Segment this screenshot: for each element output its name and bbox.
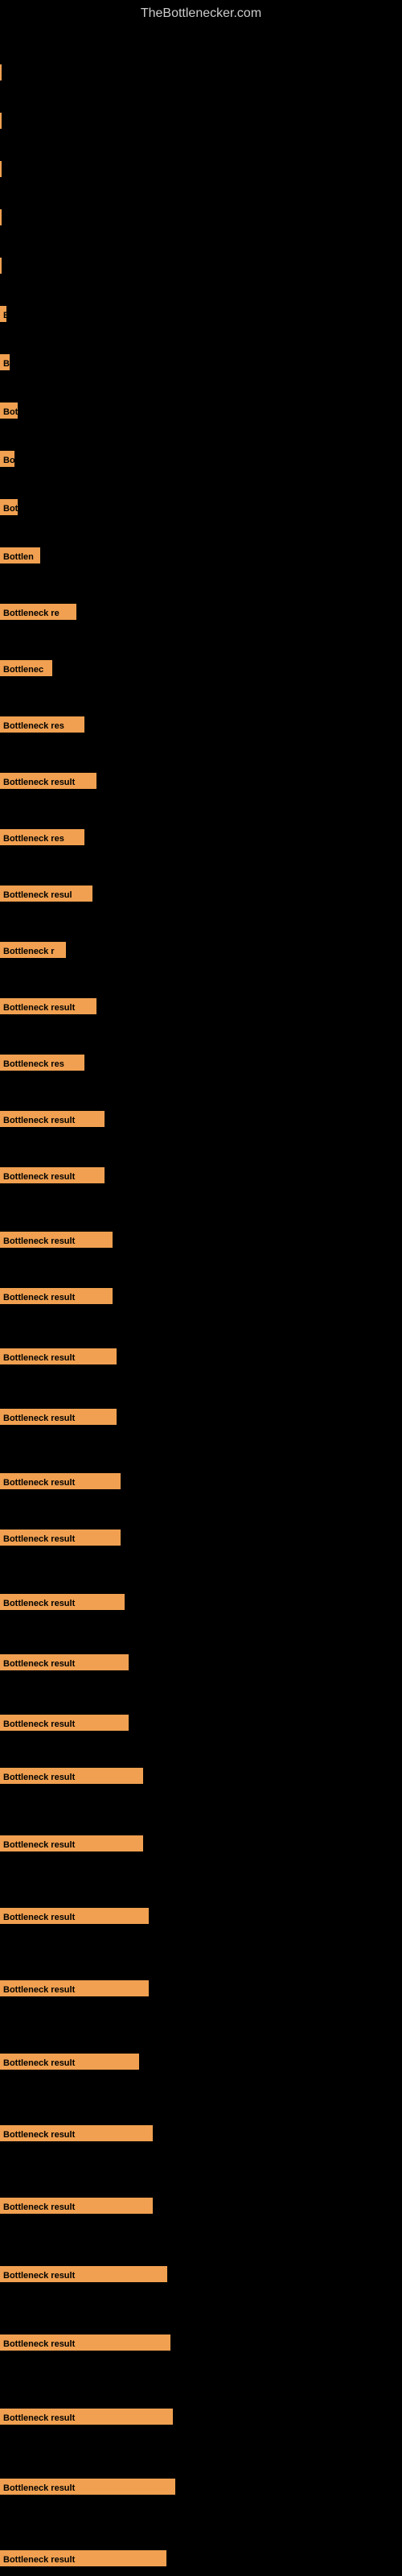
bar-row: Bottlen [0,547,402,564]
bar-row: Bottleneck r [0,942,402,958]
bar-label: Bottleneck re [0,604,76,620]
bar-label: Bottleneck result [0,1715,129,1731]
bar-row: Bottleneck result [0,1111,402,1127]
bar-row: Bottleneck result [0,2054,402,2070]
bar-row: Bot [0,402,402,419]
bar-row: Bottleneck result [0,1167,402,1183]
bar-row: B [0,306,402,322]
bar-fill [0,258,2,274]
bar-label: Bottleneck result [0,1980,149,1996]
bar-label: Bottleneck result [0,1409,117,1425]
bar-row: Bot [0,499,402,515]
bar-row: Bottleneck resul [0,886,402,902]
bar-row [0,64,402,80]
bar-label: Bot [0,499,18,515]
bar-row: Bottleneck res [0,1055,402,1071]
bar-fill [0,209,2,225]
bar-label: Bottleneck result [0,2054,139,2070]
bar-label: Bottleneck result [0,1654,129,1670]
bar-label: Bottleneck result [0,1473,121,1489]
bar-row: Bottleneck result [0,1348,402,1364]
bar-label: Bottleneck resul [0,886,92,902]
bar-row: Bottleneck result [0,2334,402,2351]
bar-fill [0,64,2,80]
bar-row: Bottleneck result [0,2198,402,2214]
bar-label: Bot [0,402,18,419]
bar-row: Bottlenec [0,660,402,676]
bar-row [0,161,402,177]
bar-row [0,113,402,129]
bar-row [0,209,402,225]
bar-label: Bottlen [0,547,40,564]
bar-label: Bottleneck result [0,1167,105,1183]
bar-label: Bottleneck result [0,773,96,789]
bar-row: Bottleneck result [0,773,402,789]
bar-label: Bottleneck result [0,1348,117,1364]
bar-row: Bottleneck re [0,604,402,620]
bar-label: B [0,354,10,370]
bar-row: Bottleneck result [0,2479,402,2495]
bar-row: Bottleneck result [0,1594,402,1610]
bar-label: Bottleneck res [0,716,84,733]
bar-label: Bottlenec [0,660,52,676]
bar-label: Bottleneck result [0,1908,149,1924]
bar-label: Bottleneck result [0,1594,125,1610]
bar-row: Bottleneck result [0,1768,402,1784]
bar-row: Bo [0,451,402,467]
bar-label: Bottleneck res [0,1055,84,1071]
bar-label: Bottleneck result [0,2550,166,2566]
site-title: TheBottlenecker.com [0,0,402,27]
bar-label: Bottleneck result [0,998,96,1014]
bar-row: Bottleneck result [0,1908,402,1924]
bar-row: Bottleneck result [0,2409,402,2425]
bar-label: Bottleneck result [0,2479,175,2495]
bar-row: Bottleneck res [0,829,402,845]
bar-fill [0,161,2,177]
bar-label: Bottleneck res [0,829,84,845]
bar-row: Bottleneck result [0,998,402,1014]
bar-row: Bottleneck result [0,1654,402,1670]
bar-label: Bottleneck result [0,1232,113,1248]
bar-label: Bottleneck result [0,2266,167,2282]
bar-row: B [0,354,402,370]
bar-label: Bottleneck r [0,942,66,958]
bar-label: Bottleneck result [0,1835,143,1852]
bar-row: Bottleneck result [0,1409,402,1425]
bar-row: Bottleneck result [0,1232,402,1248]
bar-row: Bottleneck result [0,1835,402,1852]
bar-label: Bottleneck result [0,2198,153,2214]
bar-row: Bottleneck result [0,2125,402,2141]
bar-label: Bottleneck result [0,1288,113,1304]
bar-row [0,258,402,274]
bar-row: Bottleneck result [0,1530,402,1546]
bar-row: Bottleneck result [0,1473,402,1489]
bar-row: Bottleneck result [0,1715,402,1731]
bar-fill [0,113,2,129]
bar-row: Bottleneck result [0,1980,402,1996]
bar-label: Bo [0,451,14,467]
bar-row: Bottleneck result [0,2550,402,2566]
bar-label: Bottleneck result [0,2334,170,2351]
bar-label: Bottleneck result [0,2409,173,2425]
bar-label: B [0,306,6,322]
bar-row: Bottleneck result [0,1288,402,1304]
bar-label: Bottleneck result [0,1530,121,1546]
bar-row: Bottleneck res [0,716,402,733]
bar-row: Bottleneck result [0,2266,402,2282]
bar-label: Bottleneck result [0,1111,105,1127]
bar-label: Bottleneck result [0,1768,143,1784]
bar-label: Bottleneck result [0,2125,153,2141]
